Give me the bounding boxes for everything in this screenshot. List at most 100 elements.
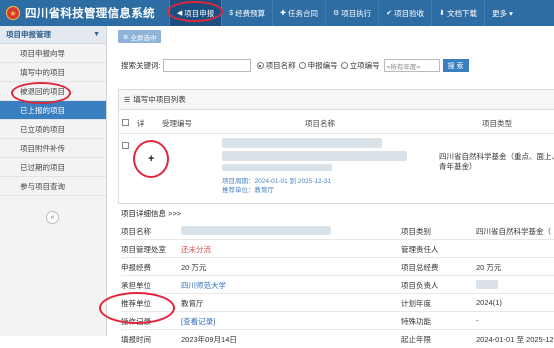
col-project-name: 项目名称 <box>305 119 335 128</box>
detail-row: 操作记录 [查看记录] 特殊功能 - <box>121 312 554 330</box>
col-project-type: 项目类型 <box>482 119 512 128</box>
label-host-unit: 承担单位 <box>121 281 151 290</box>
app-title: 四川省科技管理信息系统 <box>25 8 155 20</box>
fullscreen-icon: ⊕ <box>123 33 129 41</box>
nav-project-apply[interactable]: ◀ 项目申报 <box>168 0 222 26</box>
value-applied-funds: 20 万元 <box>181 263 207 272</box>
col-accept-no: 受理编号 <box>162 119 192 128</box>
nav-downloads[interactable]: ⬇ 文档下载 <box>431 0 484 26</box>
sidebar-item-expired[interactable]: 已过期的项目 <box>0 158 106 177</box>
value-recommender: 教育厅 <box>181 299 204 308</box>
value-host-unit[interactable]: 四川师范大学 <box>181 280 226 291</box>
panel-title: 填写中项目列表 <box>133 95 186 104</box>
redacted-value <box>181 226 331 235</box>
radio-project-name[interactable] <box>256 62 264 69</box>
radio-label: 立项编号 <box>349 61 380 70</box>
row-checkbox[interactable] <box>122 142 129 149</box>
sidebar-item-submitted[interactable]: 已上报的项目 <box>0 101 106 120</box>
nav-execution[interactable]: ⚙ 项目执行 <box>324 0 378 26</box>
radio-label: 申报编号 <box>307 61 338 70</box>
year-select[interactable]: =所有年度= <box>383 59 440 72</box>
search-input[interactable] <box>162 59 251 72</box>
redacted-name <box>222 138 382 148</box>
sidebar-item-approved[interactable]: 已立项的项目 <box>0 120 106 139</box>
detail-title: 项目详细信息 >>> <box>121 209 182 218</box>
select-all-checkbox[interactable] <box>122 119 129 126</box>
sidebar-header-label: 项目申报管理 <box>6 30 51 39</box>
nav-label: 项目执行 <box>341 8 372 18</box>
label-responsible-person: 管理责任人 <box>401 245 439 254</box>
sidebar-header[interactable]: 项目申报管理 ▼ <box>0 26 106 44</box>
label-management-office: 项目管理处室 <box>121 245 166 254</box>
project-list-panel: ☰ 填写中项目列表 详 受理编号 项目名称 项目类型 + 项目周期：2024-0… <box>118 89 554 204</box>
label-applied-funds: 申报经费 <box>121 263 151 272</box>
detail-row: 项目管理处室 还未分流 管理责任人 <box>121 240 554 258</box>
download-icon: ⬇ <box>439 10 446 17</box>
search-label: 搜索关键词: <box>121 61 161 70</box>
nav-more[interactable]: 更多 ▾ <box>484 0 520 26</box>
sidebar-item-filling[interactable]: 填写中的项目 <box>0 63 106 82</box>
detail-row: 申报经费 20 万元 项目总经费 20 万元 <box>121 258 554 276</box>
check-icon: ✔ <box>386 10 393 17</box>
label-plan-year: 计划年度 <box>401 299 431 308</box>
gear-icon: ⚙ <box>332 10 340 17</box>
label-special-function: 特殊功能 <box>401 317 431 326</box>
fullscreen-label: 全屏选中 <box>130 34 157 42</box>
radio-project-number[interactable] <box>340 62 348 69</box>
panel-header: ☰ 填写中项目列表 <box>119 90 554 110</box>
label-total-funds: 项目总经费 <box>401 263 439 272</box>
nav-label: 更多 ▾ <box>492 8 513 18</box>
nav-label: 项目验收 <box>394 8 425 18</box>
top-nav: ◀ 项目申报 $ 经费预算 ✚ 任务合同 ⚙ 项目执行 ✔ 项目验收 ⬇ 文档下载 更多 ▾ <box>168 0 520 26</box>
main-content: ⊕ 全屏选中 搜索关键词: 项目名称 申报编号 立项编号 =所有年度= 搜 索 … <box>108 26 554 344</box>
label-project-leader: 项目负责人 <box>401 281 439 290</box>
value-plan-year: 2024(1) <box>476 298 502 307</box>
sidebar-item-returned[interactable]: 被退回的项目 <box>0 82 106 101</box>
radio-label: 项目名称 <box>265 61 296 70</box>
contract-icon: ✚ <box>280 10 286 17</box>
list-icon: ☰ <box>124 96 131 104</box>
row-project-type: 四川省自然科学基金（重点、面上、青年基金） <box>439 152 554 171</box>
detail-row: 承担单位 四川师范大学 项目负责人 <box>121 276 554 294</box>
radio-apply-number[interactable] <box>298 62 306 69</box>
collapse-sidebar-icon[interactable]: « <box>46 211 59 224</box>
sidebar: 项目申报管理 ▼ 项目申报向导 填写中的项目 被退回的项目 已上报的项目 已立项… <box>0 26 107 336</box>
nav-contract[interactable]: ✚ 任务合同 <box>272 0 325 26</box>
sidebar-item-attachment[interactable]: 项目附件补传 <box>0 139 106 158</box>
label-recommender: 推荐单位 <box>121 299 151 308</box>
detail-table: 项目名称 项目类别 四川省自然科学基金（ 项目管理处室 还未分流 管理责任人 申… <box>121 222 554 348</box>
redacted-value <box>476 280 498 289</box>
fullscreen-button[interactable]: ⊕ 全屏选中 <box>118 30 162 43</box>
top-bar: ★ 四川省科技管理信息系统 ◀ 项目申报 $ 经费预算 ✚ 任务合同 ⚙ 项目执行 ✔ 项… <box>0 0 554 26</box>
detail-row: 推荐单位 教育厅 计划年度 2024(1) <box>121 294 554 312</box>
detail-row: 填报时间 2023年09月14日 起止年限 2024-01-01 至 2025-… <box>121 330 554 348</box>
table-row[interactable]: + 项目周期：2024-01-01 到 2025-12-31 推荐单位：教育厅 … <box>119 133 554 203</box>
nav-label: 项目申报 <box>184 8 215 18</box>
value-special-function: - <box>476 316 479 325</box>
redacted-name <box>222 164 332 171</box>
value-total-funds: 20 万元 <box>476 263 502 272</box>
expand-icon[interactable]: + <box>148 153 154 165</box>
sidebar-item-apply-wizard[interactable]: 项目申报向导 <box>0 44 106 63</box>
detail-row: 项目名称 项目类别 四川省自然科学基金（ <box>121 222 554 240</box>
chevron-down-icon: ▼ <box>93 31 100 38</box>
emblem-logo: ★ <box>6 6 20 20</box>
label-project-category: 项目类别 <box>401 227 431 236</box>
nav-budget[interactable]: $ 经费预算 <box>221 0 272 26</box>
label-project-name: 项目名称 <box>121 227 151 236</box>
row-recommender: 推荐单位：教育厅 <box>222 187 274 194</box>
nav-acceptance[interactable]: ✔ 项目验收 <box>378 0 431 26</box>
search-button[interactable]: 搜 索 <box>442 59 469 72</box>
search-row: 搜索关键词: 项目名称 申报编号 立项编号 =所有年度= 搜 索 <box>121 59 469 72</box>
sidebar-item-participation[interactable]: 参与项目查询 <box>0 177 106 196</box>
col-detail: 详 <box>137 119 145 128</box>
label-operation-log: 操作记录 <box>121 317 151 326</box>
value-management-office: 还未分流 <box>181 245 211 254</box>
redacted-name <box>222 151 407 161</box>
table-header: 详 受理编号 项目名称 项目类型 <box>119 116 554 130</box>
apply-icon: ◀ <box>176 10 183 17</box>
nav-label: 文档下载 <box>447 8 478 18</box>
nav-label: 经费预算 <box>235 8 266 18</box>
dollar-icon: $ <box>229 9 234 17</box>
view-log-link[interactable]: [查看记录] <box>181 316 215 327</box>
